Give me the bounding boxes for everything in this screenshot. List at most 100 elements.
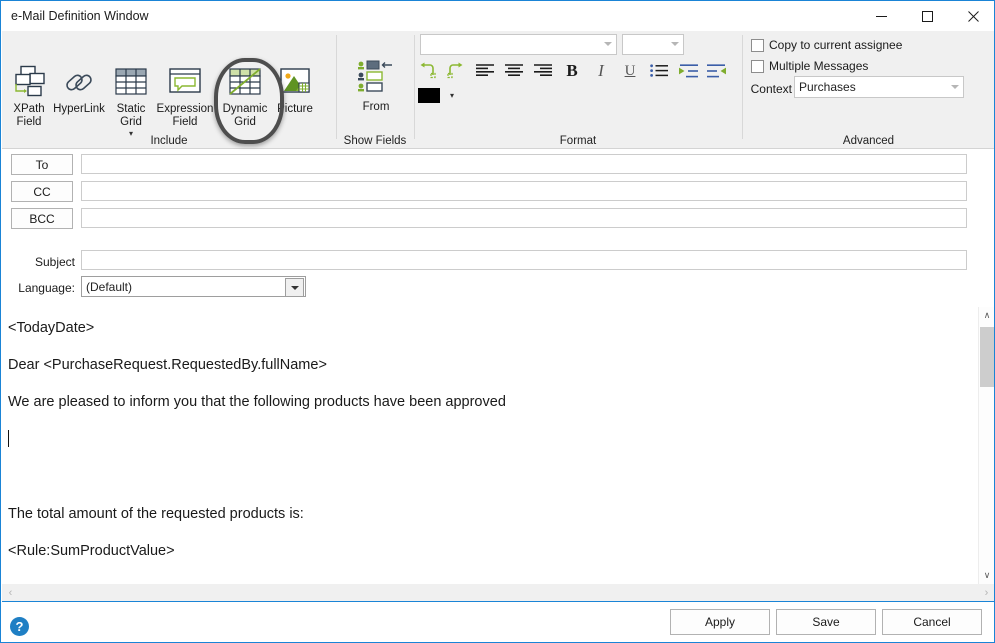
minimize-icon xyxy=(875,15,887,17)
body-line: Dear <PurchaseRequest.RequestedBy.fullNa… xyxy=(8,357,327,373)
font-family-combo[interactable] xyxy=(420,34,617,55)
bcc-input[interactable] xyxy=(81,208,967,228)
ribbon-toolbar: XPath Field HyperLink Static Grid ▾ Expr… xyxy=(2,31,994,149)
ribbon-button-static-grid[interactable]: Static Grid ▾ xyxy=(104,63,158,138)
bold-icon: B xyxy=(566,61,578,80)
expression-field-icon xyxy=(154,63,216,101)
font-size-combo[interactable] xyxy=(622,34,684,55)
subject-label: Subject xyxy=(34,255,75,269)
underline-button[interactable]: U xyxy=(618,59,642,83)
align-right-button[interactable] xyxy=(531,59,555,83)
italic-button[interactable]: I xyxy=(589,59,613,83)
ribbon-button-label: Picture xyxy=(277,103,313,115)
vertical-scroll-thumb[interactable] xyxy=(980,327,994,387)
ribbon-button-label: HyperLink xyxy=(53,103,105,115)
body-line-caret xyxy=(8,430,962,449)
to-input[interactable] xyxy=(81,154,967,174)
italic-icon: I xyxy=(598,61,604,80)
title-bar: e-Mail Definition Window xyxy=(1,1,994,31)
decrease-indent-icon xyxy=(707,64,726,78)
ribbon-button-expression-field[interactable]: Expression Field xyxy=(154,63,216,129)
scroll-left-icon[interactable]: ‹ xyxy=(2,584,19,601)
increase-indent-button[interactable] xyxy=(676,59,700,83)
context-combo[interactable]: Purchases xyxy=(794,76,964,98)
language-combo[interactable]: (Default) xyxy=(81,276,306,297)
save-button[interactable]: Save xyxy=(776,609,876,635)
scroll-up-icon[interactable]: ∧ xyxy=(979,307,994,324)
email-definition-window: e-Mail Definition Window XPath Field Hyp… xyxy=(0,0,995,643)
align-left-icon xyxy=(476,64,494,76)
decrease-indent-button[interactable] xyxy=(705,59,729,83)
ribbon-button-label: Dynamic Grid xyxy=(222,103,268,128)
copy-to-assignee-label: Copy to current assignee xyxy=(769,38,903,52)
redo-icon xyxy=(447,62,463,79)
ribbon-button-label: XPath Field xyxy=(13,103,45,128)
cc-input[interactable] xyxy=(81,181,967,201)
bold-button[interactable]: B xyxy=(560,59,584,83)
body-line: <TodayDate> xyxy=(8,320,95,336)
hyperlink-icon xyxy=(52,63,106,101)
bullet-list-icon xyxy=(650,64,668,77)
body-vertical-scrollbar[interactable]: ∧ ∨ xyxy=(978,307,994,584)
maximize-icon xyxy=(921,10,933,22)
from-field-icon xyxy=(349,59,403,97)
scroll-right-icon[interactable]: › xyxy=(978,584,994,601)
text-caret xyxy=(8,430,9,447)
chevron-down-icon xyxy=(671,42,679,46)
body-line: The total amount of the requested produc… xyxy=(8,506,304,522)
underline-icon: U xyxy=(624,62,636,79)
static-grid-icon xyxy=(104,63,158,101)
cancel-button[interactable]: Cancel xyxy=(882,609,982,635)
undo-icon xyxy=(420,62,436,79)
bcc-button[interactable]: BCC xyxy=(11,208,73,229)
ribbon-button-dynamic-grid[interactable]: Dynamic Grid xyxy=(218,63,272,129)
language-label: Language: xyxy=(18,281,75,295)
window-controls xyxy=(858,1,994,31)
ribbon-button-xpath-field[interactable]: XPath Field xyxy=(2,63,56,129)
close-button[interactable] xyxy=(950,1,994,31)
align-right-icon xyxy=(534,64,552,76)
align-center-button[interactable] xyxy=(502,59,526,83)
multiple-messages-checkbox[interactable] xyxy=(751,59,764,73)
xpath-field-icon xyxy=(2,63,56,101)
to-button[interactable]: To xyxy=(11,154,73,175)
ribbon-button-from[interactable]: From xyxy=(349,59,403,114)
message-body-editor[interactable]: <TodayDate> Dear <PurchaseRequest.Reques… xyxy=(2,307,970,584)
ribbon-separator-3 xyxy=(742,35,743,139)
help-button[interactable]: ? xyxy=(10,617,29,636)
ribbon-group-label-advanced: Advanced xyxy=(842,135,895,147)
chevron-down-icon[interactable] xyxy=(285,278,304,296)
apply-button[interactable]: Apply xyxy=(670,609,770,635)
bullet-list-button[interactable] xyxy=(647,59,671,83)
ribbon-button-hyperlink[interactable]: HyperLink xyxy=(52,63,106,116)
context-value: Purchases xyxy=(799,80,856,94)
body-horizontal-scrollbar[interactable]: ‹ › xyxy=(2,584,994,602)
text-color-dropdown-button[interactable]: ▾ xyxy=(445,85,459,105)
ribbon-button-label: Expression Field xyxy=(156,103,214,128)
body-line xyxy=(8,468,962,486)
cc-button[interactable]: CC xyxy=(11,181,73,202)
undo-button[interactable] xyxy=(415,59,439,83)
ribbon-group-label-include: Include xyxy=(150,135,188,147)
picture-icon xyxy=(268,63,322,101)
body-line: We are pleased to inform you that the fo… xyxy=(8,394,506,410)
footer-bar: Apply Save Cancel xyxy=(2,602,994,642)
minimize-button[interactable] xyxy=(858,1,904,31)
ribbon-button-label: From xyxy=(362,101,390,113)
copy-to-assignee-checkbox[interactable] xyxy=(751,38,764,52)
copy-to-assignee-checkbox-row[interactable]: Copy to current assignee xyxy=(751,38,902,52)
chevron-down-icon xyxy=(604,42,612,46)
align-center-icon xyxy=(505,64,523,76)
redo-button[interactable] xyxy=(444,59,468,83)
scroll-down-icon[interactable]: ∨ xyxy=(979,567,994,584)
ribbon-button-picture[interactable]: Picture xyxy=(268,63,322,116)
multiple-messages-checkbox-row[interactable]: Multiple Messages xyxy=(751,59,868,73)
message-body-area: <TodayDate> Dear <PurchaseRequest.Reques… xyxy=(2,307,994,584)
increase-indent-icon xyxy=(679,64,698,78)
align-left-button[interactable] xyxy=(473,59,497,83)
maximize-button[interactable] xyxy=(904,1,950,31)
text-color-swatch xyxy=(418,87,440,103)
subject-input[interactable] xyxy=(81,250,967,270)
language-value: (Default) xyxy=(86,280,133,294)
text-color-button[interactable] xyxy=(415,85,443,105)
